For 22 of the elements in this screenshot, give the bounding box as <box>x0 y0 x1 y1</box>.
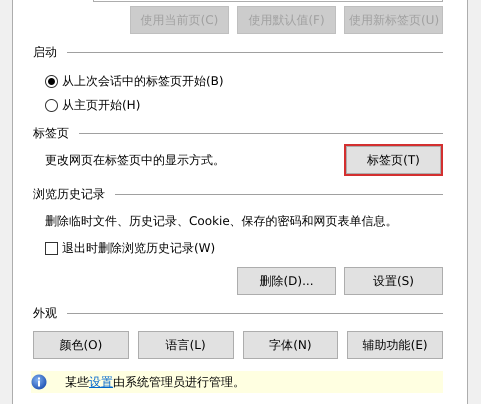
button[interactable]: 颜色(O) <box>33 331 129 359</box>
section-title: 浏览历史记录 <box>33 186 105 202</box>
notice-text: 某些设置由系统管理员进行管理。 <box>65 374 245 390</box>
section-title: 外观 <box>33 304 57 322</box>
radio-button[interactable] <box>45 98 58 112</box>
section-title: 标签页 <box>33 124 69 142</box>
section-title: 启动 <box>33 44 57 60</box>
button[interactable]: 辅助功能(E) <box>347 331 443 359</box>
checkbox[interactable] <box>45 242 58 254</box>
description-text: 更改网页在标签页中的显示方式。 <box>45 152 225 168</box>
option-label[interactable]: 从上次会话中的标签页开始(B) <box>62 72 224 90</box>
button[interactable]: 设置(S) <box>344 267 443 295</box>
button[interactable]: 语言(L) <box>138 331 234 359</box>
radio-button[interactable] <box>45 74 58 88</box>
checkbox-label[interactable]: 退出时删除浏览历史记录(W) <box>62 240 216 256</box>
settings-link[interactable]: 设置 <box>89 374 113 388</box>
info-icon <box>31 374 47 390</box>
button[interactable]: 删除(D)... <box>237 267 336 295</box>
button[interactable]: 字体(N) <box>242 331 338 359</box>
button[interactable]: 标签页(T) <box>344 144 443 176</box>
description-text: 删除临时文件、历史记录、Cookie、保存的密码和网页表单信息。 <box>44 213 399 230</box>
option-label[interactable]: 从主页开始(H) <box>62 96 140 114</box>
